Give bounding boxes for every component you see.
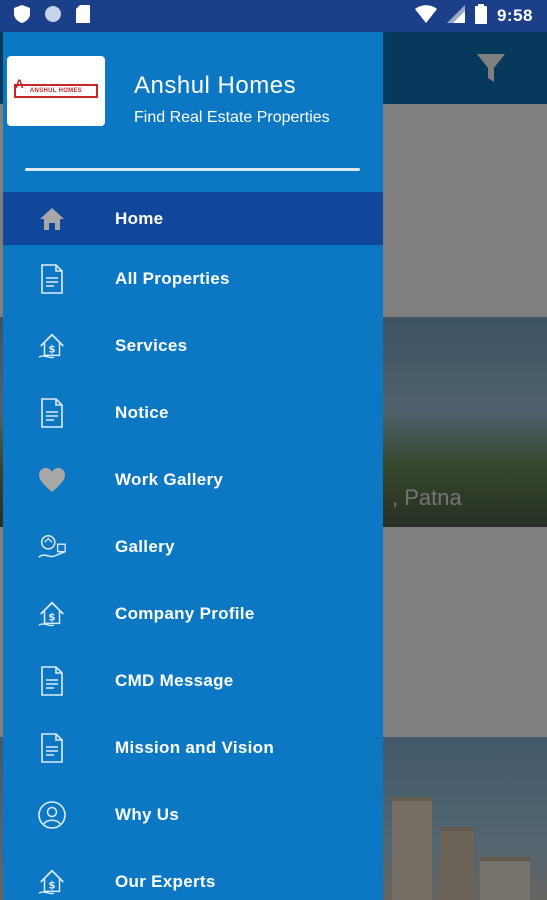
menu-item-label: Company Profile <box>115 603 255 623</box>
menu-item-label: Home <box>115 208 164 228</box>
app-name: Anshul Homes <box>134 72 297 99</box>
header-divider <box>25 168 360 171</box>
status-left-icons <box>14 4 90 28</box>
house-money-icon: $ <box>37 331 67 361</box>
menu-item-home[interactable]: Home <box>3 192 383 245</box>
menu-item-label: CMD Message <box>115 670 234 690</box>
logo-mark: A <box>15 77 24 91</box>
menu-item-our-experts[interactable]: $ Our Experts <box>3 848 383 900</box>
menu-item-label: Work Gallery <box>115 469 224 489</box>
logo-banner: A ANSHUL HOMES <box>14 77 98 98</box>
home-icon <box>37 204 67 234</box>
menu-item-services[interactable]: $ Services <box>3 312 383 379</box>
circle-icon <box>44 5 62 28</box>
user-circle-icon <box>37 800 67 830</box>
heart-icon <box>37 465 67 495</box>
menu-item-label: Why Us <box>115 804 180 824</box>
navigation-drawer: A ANSHUL HOMES Anshul Homes Find Real Es… <box>3 32 383 900</box>
drawer-header: A ANSHUL HOMES Anshul Homes Find Real Es… <box>3 32 383 192</box>
app-logo: A ANSHUL HOMES <box>7 56 105 126</box>
sim-card-icon <box>76 4 90 28</box>
menu-item-label: Mission and Vision <box>115 737 275 757</box>
menu-item-mission-and-vision[interactable]: Mission and Vision <box>3 714 383 781</box>
battery-icon <box>474 3 487 29</box>
menu-item-label: All Properties <box>115 268 230 288</box>
menu-item-notice[interactable]: Notice <box>3 379 383 446</box>
svg-text:$: $ <box>48 343 55 355</box>
menu-item-label: Notice <box>115 402 169 422</box>
document-icon <box>37 732 67 763</box>
svg-text:$: $ <box>48 611 55 623</box>
house-money-icon: $ <box>37 599 67 629</box>
status-right-icons: 9:58 <box>414 3 533 29</box>
logo-text: ANSHUL HOMES <box>29 88 83 94</box>
signal-icon <box>446 4 465 28</box>
house-money-icon: $ <box>37 867 67 897</box>
document-icon <box>37 397 67 428</box>
gallery-icon <box>37 532 67 562</box>
shield-icon <box>14 4 30 28</box>
menu-item-work-gallery[interactable]: Work Gallery <box>3 446 383 513</box>
document-icon <box>37 665 67 696</box>
svg-text:$: $ <box>48 879 55 891</box>
menu-item-company-profile[interactable]: $ Company Profile <box>3 580 383 647</box>
app-tagline: Find Real Estate Properties <box>134 109 330 126</box>
menu-item-all-properties[interactable]: All Properties <box>3 245 383 312</box>
menu-item-cmd-message[interactable]: CMD Message <box>3 647 383 714</box>
menu-item-label: Gallery <box>115 536 175 556</box>
menu-item-label: Our Experts <box>115 871 216 891</box>
status-bar: 9:58 <box>0 0 547 32</box>
menu-item-gallery[interactable]: Gallery <box>3 513 383 580</box>
wifi-icon <box>414 4 437 28</box>
document-icon <box>37 263 67 294</box>
menu-item-why-us[interactable]: Why Us <box>3 781 383 848</box>
status-time: 9:58 <box>496 6 533 25</box>
drawer-menu: Home All Properties $ Services Notice Wo… <box>3 192 383 900</box>
menu-item-label: Services <box>115 335 188 355</box>
